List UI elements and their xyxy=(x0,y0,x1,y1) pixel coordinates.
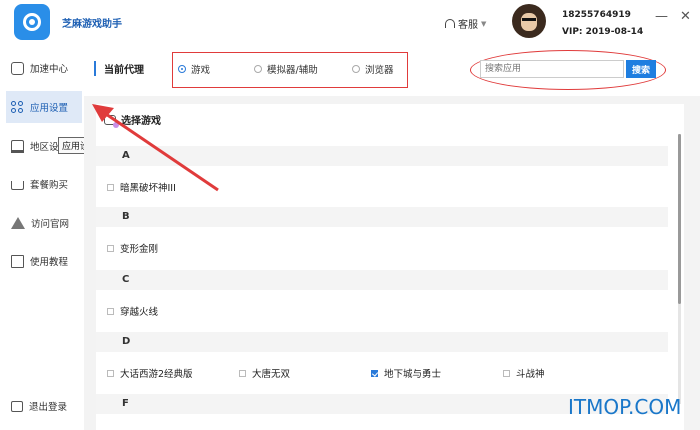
user-phone: 18255764919 xyxy=(562,10,631,20)
radio-icon xyxy=(254,65,262,73)
scrollbar-thumb[interactable] xyxy=(678,134,681,304)
sidebar-item-tutorial[interactable]: 使用教程 xyxy=(6,245,82,277)
book-icon xyxy=(11,254,24,268)
sidebar-item-label: 应用设置 xyxy=(30,103,69,114)
chevron-down-icon: ▼ xyxy=(481,19,487,28)
list-item[interactable]: 斗战神 xyxy=(503,366,545,380)
sidebar-item-app-settings[interactable]: 应用设置 xyxy=(6,91,82,123)
logout-button[interactable]: 退出登录 xyxy=(6,390,82,422)
region-icon xyxy=(11,139,24,153)
panel-header: 选择游戏 xyxy=(104,112,161,128)
apps-icon xyxy=(11,100,24,114)
service-label: 客服 xyxy=(458,20,478,31)
section-letter: B xyxy=(96,207,668,227)
logout-icon xyxy=(11,400,23,412)
list-item[interactable]: 暗黑破坏神III xyxy=(107,180,176,194)
radio-browser[interactable]: 浏览器 xyxy=(352,62,394,76)
checkbox-icon xyxy=(107,307,114,315)
radio-icon xyxy=(352,65,360,73)
list-item[interactable]: 大唐无双 xyxy=(239,366,290,380)
game-panel: 选择游戏 A 暗黑破坏神III B 变形金刚 C 穿越火线 D 大话西游2经典版… xyxy=(96,104,684,430)
app-name: 芝麻游戏助手 xyxy=(62,19,122,30)
checkbox-icon xyxy=(107,244,114,252)
speed-icon xyxy=(11,61,24,75)
sidebar-item-label: 加速中心 xyxy=(30,64,69,75)
home-icon xyxy=(11,217,25,229)
service-button[interactable]: 客服 ▼ xyxy=(445,16,486,31)
radio-label: 浏览器 xyxy=(365,65,394,76)
gamepad-icon xyxy=(104,114,119,128)
headset-icon xyxy=(445,19,455,28)
cart-icon xyxy=(11,180,24,190)
section-letter: C xyxy=(96,270,668,290)
sidebar: 加速中心 应用设置 地区设 套餐购买 访问官网 使用教程 退出登录 xyxy=(0,44,84,430)
section-letter: D xyxy=(96,332,668,352)
panel-title: 选择游戏 xyxy=(121,116,161,127)
avatar[interactable] xyxy=(512,4,546,38)
close-button[interactable]: ✕ xyxy=(680,10,691,24)
search-button[interactable]: 搜索 xyxy=(626,60,656,78)
watermark: ITMOP.COM xyxy=(568,395,682,419)
title-bar: 芝麻游戏助手 客服 ▼ 18255764919 VIP: 2019-08-14 … xyxy=(0,0,700,44)
radio-label: 游戏 xyxy=(191,65,211,76)
checkbox-icon xyxy=(107,183,114,191)
section-letter: A xyxy=(96,146,668,166)
sidebar-item-label: 套餐购买 xyxy=(30,180,69,191)
sidebar-item-label: 地区设 xyxy=(30,142,59,153)
proxy-label: 当前代理 xyxy=(94,61,144,76)
list-item[interactable]: 大话西游2经典版 xyxy=(107,366,193,380)
app-logo-icon xyxy=(14,4,50,40)
list-item[interactable]: 地下城与勇士 xyxy=(371,366,441,380)
sidebar-item-purchase[interactable]: 套餐购买 xyxy=(6,168,82,200)
radio-label: 模拟器/辅助 xyxy=(267,65,318,76)
radio-selected-icon xyxy=(178,65,186,73)
minimize-button[interactable]: — xyxy=(655,10,668,24)
search-input[interactable] xyxy=(480,60,624,78)
checkbox-icon xyxy=(503,369,510,377)
checkbox-icon xyxy=(107,369,114,377)
proxy-bar: 当前代理 游戏 模拟器/辅助 浏览器 搜索 xyxy=(84,44,700,96)
sidebar-item-label: 使用教程 xyxy=(30,257,69,268)
list-item[interactable]: 穿越火线 xyxy=(107,304,158,318)
checkbox-checked-icon xyxy=(371,369,378,377)
list-item[interactable]: 变形金刚 xyxy=(107,241,158,255)
radio-emulator[interactable]: 模拟器/辅助 xyxy=(254,62,318,76)
checkbox-icon xyxy=(239,369,246,377)
vip-expiry: VIP: 2019-08-14 xyxy=(562,27,644,37)
logout-label: 退出登录 xyxy=(29,402,68,413)
main-content: 当前代理 游戏 模拟器/辅助 浏览器 搜索 选择游戏 A 暗黑破坏神III B xyxy=(84,44,700,430)
sidebar-item-website[interactable]: 访问官网 xyxy=(6,207,82,239)
sidebar-item-label: 访问官网 xyxy=(31,219,70,230)
radio-game[interactable]: 游戏 xyxy=(178,62,210,76)
sidebar-item-speed[interactable]: 加速中心 xyxy=(6,52,82,84)
